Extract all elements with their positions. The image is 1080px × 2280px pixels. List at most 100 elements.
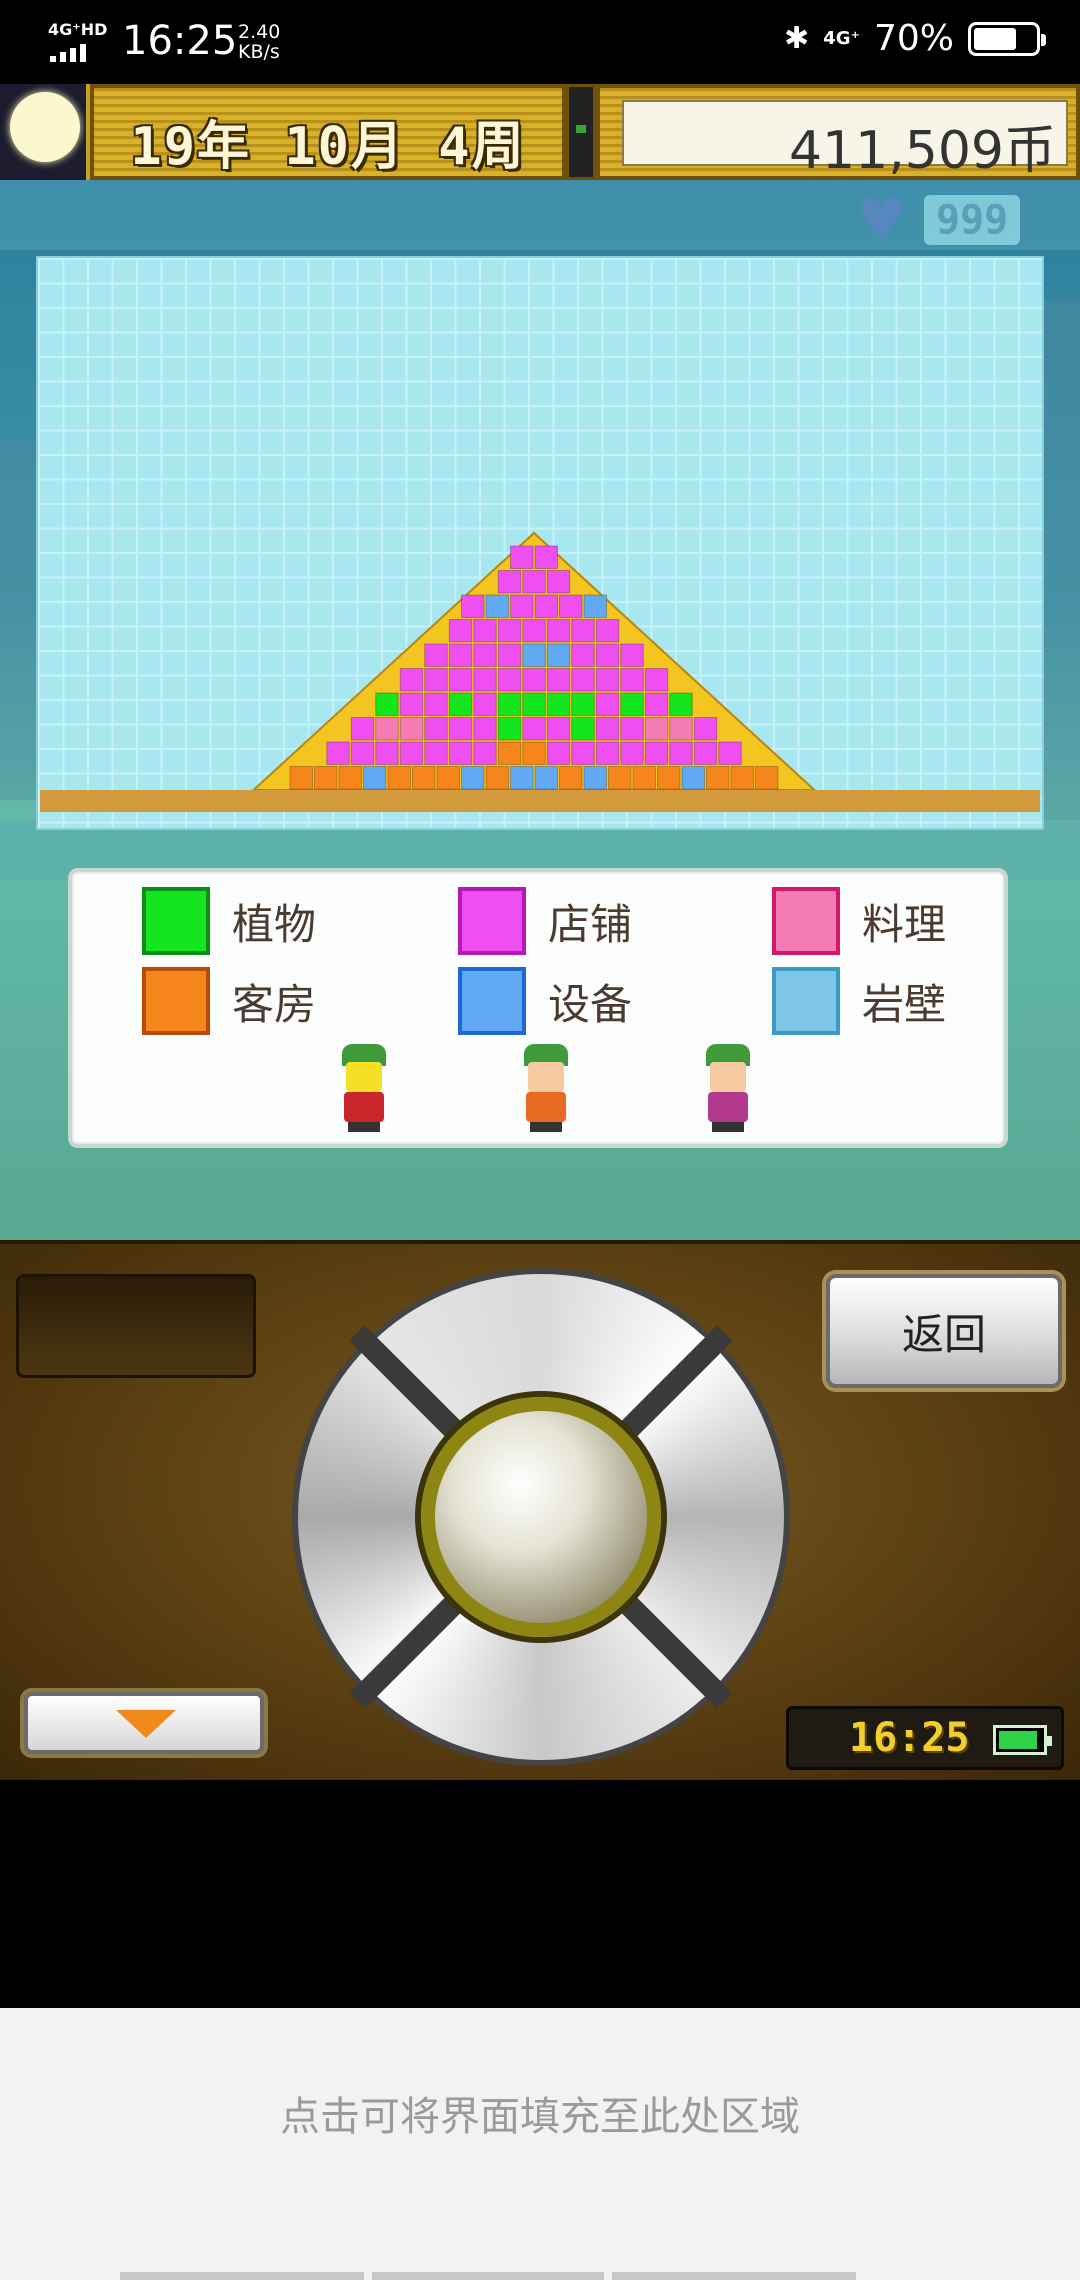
- pyramid-cell: [583, 594, 607, 618]
- pyramid-cell: [595, 717, 620, 741]
- pyramid-cell: [448, 668, 473, 692]
- pyramid-cell: [706, 766, 730, 790]
- moon-icon: [10, 92, 80, 162]
- pyramid-map[interactable]: [36, 256, 1044, 830]
- back-button[interactable]: 返回: [826, 1274, 1062, 1388]
- pyramid-cell: [461, 594, 485, 618]
- pyramid-cell: [326, 741, 350, 765]
- legend-panel: 植物 店铺 料理 客房 设备 岩壁: [68, 868, 1008, 1148]
- pyramid-cell: [473, 741, 497, 765]
- legend-label: 料理: [862, 899, 947, 949]
- pyramid-cell: [399, 692, 424, 716]
- pyramid-cell: [424, 717, 448, 741]
- pyramid-cell: [510, 545, 534, 569]
- pyramid-ground: [40, 790, 1040, 812]
- pyramid-cell: [669, 741, 693, 765]
- pyramid-cell: [657, 766, 681, 790]
- pyramid-cell: [522, 717, 546, 741]
- pyramid-cell: [730, 766, 754, 790]
- legend-label: 店铺: [548, 899, 633, 949]
- legend-swatch: [458, 967, 526, 1035]
- pyramid-cell: [571, 717, 595, 741]
- pyramid-cell: [497, 741, 522, 765]
- pyramid-cell: [534, 594, 558, 618]
- pyramid-cell: [497, 692, 522, 716]
- pyramid-cell: [620, 717, 644, 741]
- pyramid-cell: [412, 766, 436, 790]
- pyramid-cell: [522, 570, 546, 594]
- down-button[interactable]: [24, 1692, 264, 1754]
- spacer: [0, 1780, 1080, 2008]
- network-type-right: 4G⁺: [823, 27, 860, 49]
- pyramid-cell: [485, 766, 509, 790]
- pyramid-cell: [510, 594, 534, 618]
- pyramid-cell: [424, 692, 448, 716]
- pyramid-cell: [289, 766, 313, 790]
- pyramid-cell: [338, 766, 362, 790]
- bluetooth-icon: ✱: [784, 21, 810, 56]
- arrow-down-icon: [116, 1710, 176, 1738]
- pyramid-cell: [546, 717, 571, 741]
- pyramid-cell: [448, 643, 473, 667]
- pyramid-cell: [399, 668, 424, 692]
- controller-panel: 返回 16:25: [0, 1240, 1080, 1780]
- legend-item-equip: 设备: [458, 966, 632, 1036]
- pyramid-cell: [473, 668, 497, 692]
- time-of-day: [0, 84, 90, 180]
- pyramid-cell: [497, 717, 522, 741]
- legend-swatch: [142, 967, 210, 1035]
- legend-item-food: 料理: [772, 886, 946, 956]
- legend-item-rock: 岩壁: [772, 966, 946, 1036]
- heart-icon: ♥: [856, 187, 907, 252]
- pyramid-cell: [350, 741, 375, 765]
- popularity-value: 999: [924, 195, 1021, 245]
- pyramid-cell: [350, 717, 375, 741]
- pyramid-cell: [608, 766, 632, 790]
- legend-swatch: [458, 887, 526, 955]
- status-bar: 4G⁺HD 16:25 2.40 KB/s ✱ 4G⁺ 70%: [0, 0, 1080, 84]
- pyramid-cell: [632, 766, 656, 790]
- legend-item-room: 客房: [142, 966, 316, 1036]
- legend-item-plant: 植物: [142, 886, 316, 956]
- pyramid-cell: [363, 766, 387, 790]
- pyramid-cell: [375, 717, 399, 741]
- pyramid-cell: [571, 643, 595, 667]
- pyramid-svg: [40, 531, 1040, 812]
- pyramid-cell: [424, 668, 448, 692]
- pyramid-cell: [546, 692, 571, 716]
- popularity-badge: ♥ 999: [856, 190, 1066, 250]
- game-header: 19年 10月 4周 411,509币: [0, 84, 1080, 181]
- pyramid-cell: [473, 717, 497, 741]
- pyramid-cell: [534, 766, 558, 790]
- pyramid-cell: [681, 766, 705, 790]
- pyramid-cell: [399, 741, 424, 765]
- pyramid-cell: [620, 692, 644, 716]
- battery-percent: 70%: [873, 18, 954, 59]
- pyramid-cell: [510, 766, 534, 790]
- pyramid-cell: [644, 741, 669, 765]
- legend-label: 客房: [232, 979, 317, 1029]
- dpad-center-button[interactable]: [421, 1397, 661, 1637]
- pyramid-cell: [473, 643, 497, 667]
- pyramid-cell: [595, 692, 620, 716]
- pyramid-cell: [571, 741, 595, 765]
- pyramid-cell: [399, 717, 424, 741]
- dpad[interactable]: [292, 1268, 790, 1766]
- clock-panel: 16:25: [786, 1706, 1064, 1770]
- pyramid-cell: [669, 717, 693, 741]
- nav-bar: [120, 2272, 856, 2280]
- pyramid-cell: [522, 692, 546, 716]
- pyramid-cell: [595, 741, 620, 765]
- legend-label: 岩壁: [862, 979, 947, 1029]
- info-slot: [16, 1274, 256, 1378]
- battery-icon: [993, 1725, 1052, 1755]
- fill-hint-text: 点击可将界面填充至此处区域: [280, 2094, 800, 2140]
- date-panel: 19年 10月 4周: [90, 84, 566, 180]
- pyramid-cell: [644, 692, 669, 716]
- fill-screen-hint[interactable]: 点击可将界面填充至此处区域: [0, 2008, 1080, 2280]
- pyramid-cell: [375, 692, 399, 716]
- pyramid-cell: [448, 741, 473, 765]
- pyramid-cell: [546, 668, 571, 692]
- pyramid-cell: [497, 668, 522, 692]
- pyramid-cell: [546, 741, 571, 765]
